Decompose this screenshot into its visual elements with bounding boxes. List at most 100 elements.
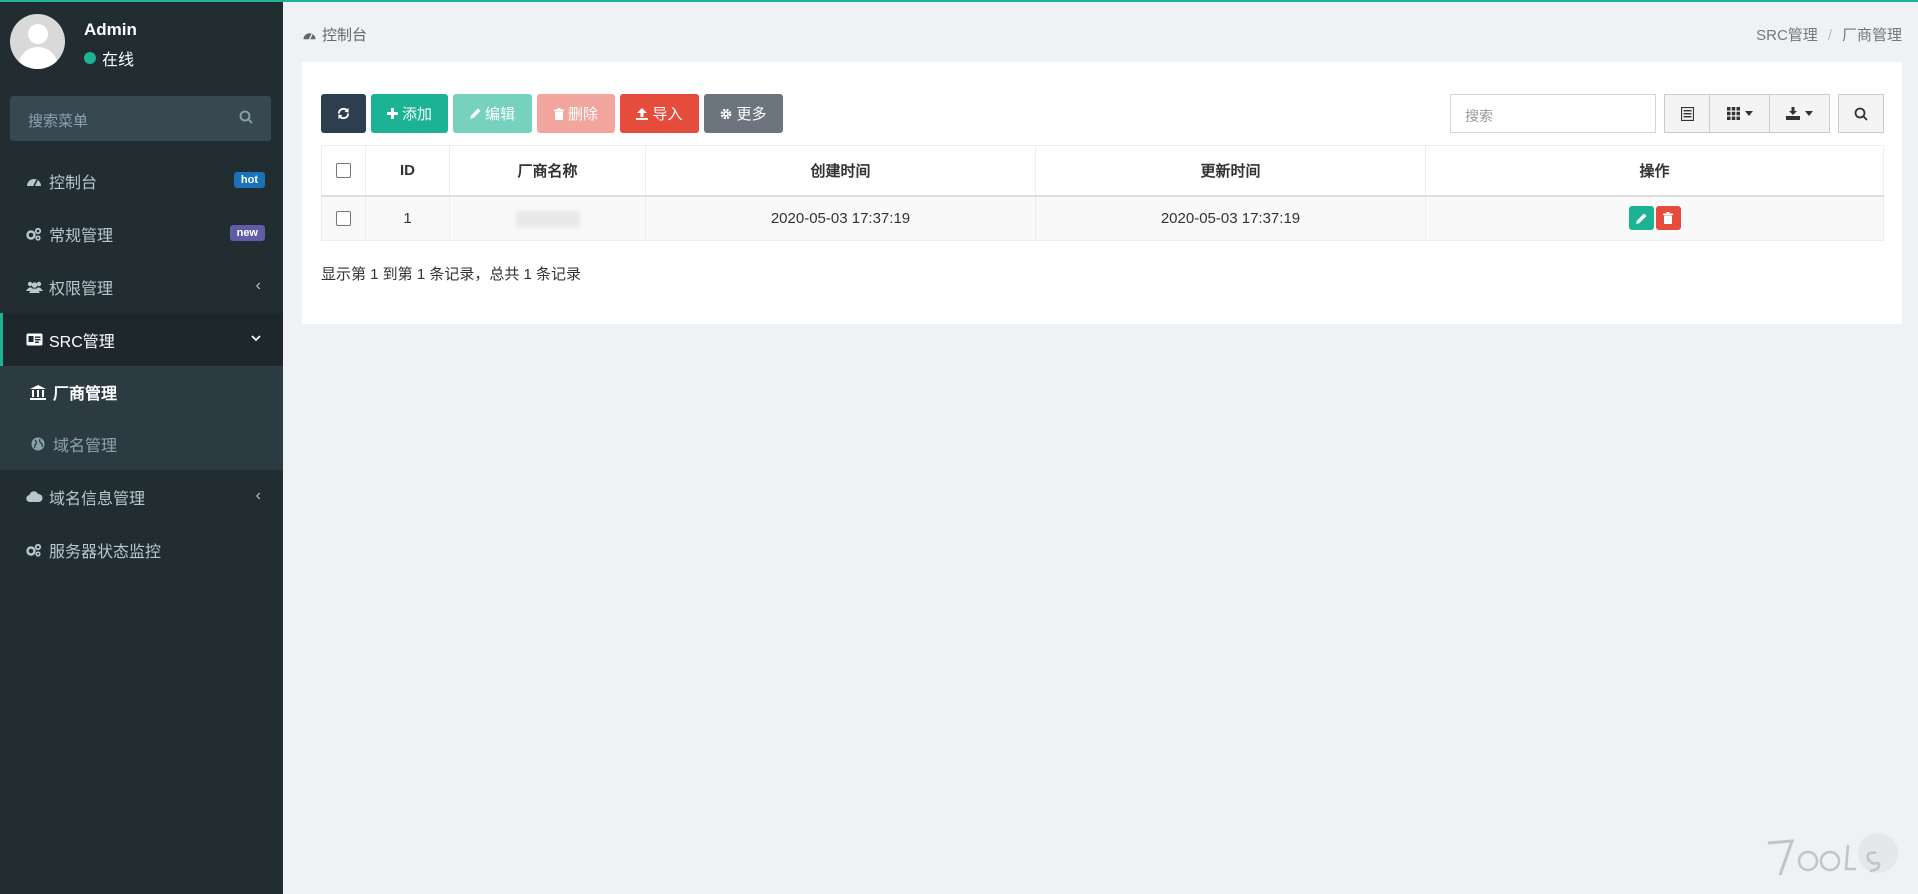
src-submenu: 厂商管理 域名管理 xyxy=(0,366,283,470)
delete-button-label: 删除 xyxy=(567,106,598,123)
toolbar: 添加 编辑 删除 导入 更多 xyxy=(321,94,788,133)
sidebar-item-domain-info[interactable]: 域名信息管理 ‹ xyxy=(0,470,283,523)
breadcrumb-item: 厂商管理 xyxy=(1841,27,1902,44)
upload-icon xyxy=(636,107,649,120)
vendor-table: ID 厂商名称 创建时间 更新时间 操作 1 2020-05-03 17:37:… xyxy=(321,145,1884,241)
sidebar-item-label: 常规管理 xyxy=(49,227,114,245)
sidebar-item-label: 域名信息管理 xyxy=(49,490,146,508)
plus-icon xyxy=(386,108,398,119)
sidebar-subitem-domain[interactable]: 域名管理 xyxy=(0,418,283,470)
column-header[interactable]: 厂商名称 xyxy=(449,145,646,197)
gear-icon xyxy=(721,108,732,119)
select-all-checkbox[interactable] xyxy=(336,163,351,179)
cloud-icon xyxy=(24,490,44,503)
delete-button[interactable]: 删除 xyxy=(537,94,615,133)
sidebar-item-label: 控制台 xyxy=(49,174,98,192)
globe-icon xyxy=(28,437,48,451)
more-button-label: 更多 xyxy=(736,106,767,123)
sidebar-item-dashboard[interactable]: 控制台 hot xyxy=(0,154,283,207)
column-header[interactable]: ID xyxy=(365,145,450,197)
hot-badge: hot xyxy=(233,172,265,188)
sidebar-item-permissions[interactable]: 权限管理 ‹ xyxy=(0,260,283,313)
menu-search-placeholder: 搜索菜单 xyxy=(28,113,89,130)
cell-actions xyxy=(1425,195,1884,241)
column-header: 操作 xyxy=(1425,145,1884,197)
cell-id: 1 xyxy=(365,195,450,241)
row-delete-button[interactable] xyxy=(1655,206,1681,231)
refresh-button[interactable] xyxy=(321,94,366,133)
row-checkbox[interactable] xyxy=(336,211,351,227)
sidebar-menu: 控制台 hot 常规管理 new 权限管理 ‹ SRC管理 厂商管理 域名管理 … xyxy=(0,154,283,576)
pencil-icon xyxy=(469,108,481,119)
column-header[interactable]: 更新时间 xyxy=(1035,145,1426,197)
edit-button-label: 编辑 xyxy=(484,106,515,123)
user-status-label: 在线 xyxy=(102,52,135,69)
table-search-placeholder: 搜索 xyxy=(1465,108,1493,124)
watermark-logo xyxy=(1758,831,1908,886)
grid-icon xyxy=(1726,107,1740,120)
table-header-row: ID 厂商名称 创建时间 更新时间 操作 xyxy=(321,145,1884,197)
add-button[interactable]: 添加 xyxy=(371,94,448,133)
table-row[interactable]: 1 2020-05-03 17:37:19 2020-05-03 17:37:1… xyxy=(321,195,1884,241)
main-content: 控制台 SRC管理 / 厂商管理 添加 编辑 删除 导入 更多 搜索 ID 厂商… xyxy=(283,2,1918,894)
pencil-icon xyxy=(1635,213,1646,224)
cell-created: 2020-05-03 17:37:19 xyxy=(645,195,1036,241)
user-name: Admin xyxy=(84,20,137,39)
menu-search-input[interactable]: 搜索菜单 xyxy=(10,96,271,141)
online-dot-icon xyxy=(84,52,96,64)
advanced-search-button[interactable] xyxy=(1838,94,1884,133)
page-title-text: 控制台 xyxy=(322,27,368,44)
table-tools-group xyxy=(1664,94,1830,133)
caret-down-icon xyxy=(1744,111,1753,116)
search-icon[interactable] xyxy=(239,110,253,129)
sidebar-subitem-vendor[interactable]: 厂商管理 xyxy=(0,366,283,418)
add-button-label: 添加 xyxy=(401,106,432,123)
table-panel: 添加 编辑 删除 导入 更多 搜索 ID 厂商名称 创建时间 更新时间 操作 1… xyxy=(302,62,1902,324)
table-search-input[interactable]: 搜索 xyxy=(1450,94,1656,133)
sidebar-item-server-monitor[interactable]: 服务器状态监控 xyxy=(0,523,283,576)
chevron-left-icon: ‹ xyxy=(255,277,261,294)
chevron-left-icon: ‹ xyxy=(255,487,261,504)
refresh-icon xyxy=(337,107,350,120)
edit-button[interactable]: 编辑 xyxy=(453,94,532,133)
export-dropdown-button[interactable] xyxy=(1770,94,1830,133)
chevron-down-icon xyxy=(251,330,261,348)
pagination-info: 显示第 1 到第 1 条记录，总共 1 条记录 xyxy=(321,266,582,283)
caret-down-icon xyxy=(1805,111,1813,116)
import-button[interactable]: 导入 xyxy=(620,94,699,133)
cell-updated: 2020-05-03 17:37:19 xyxy=(1035,195,1426,241)
card-view-icon xyxy=(1680,106,1694,121)
import-button-label: 导入 xyxy=(652,106,683,123)
breadcrumb-item[interactable]: SRC管理 xyxy=(1756,27,1818,44)
gears-icon xyxy=(24,543,44,557)
columns-dropdown-button[interactable] xyxy=(1710,94,1770,133)
avatar[interactable] xyxy=(10,14,65,69)
row-edit-button[interactable] xyxy=(1628,206,1654,231)
sidebar-item-label: SRC管理 xyxy=(49,333,115,351)
search-icon xyxy=(1854,107,1868,121)
select-all-header xyxy=(321,145,366,197)
content-header: 控制台 SRC管理 / 厂商管理 xyxy=(283,2,1918,60)
dashboard-icon xyxy=(303,32,316,40)
sidebar-item-src[interactable]: SRC管理 xyxy=(0,313,283,366)
column-header[interactable]: 创建时间 xyxy=(645,145,1036,197)
sidebar-item-label: 服务器状态监控 xyxy=(49,543,162,561)
sidebar-item-general[interactable]: 常规管理 new xyxy=(0,207,283,260)
sidebar-subitem-label: 域名管理 xyxy=(53,438,118,455)
bank-icon xyxy=(28,384,48,400)
user-status: 在线 xyxy=(84,46,134,70)
id-card-icon xyxy=(24,333,44,346)
trash-icon xyxy=(553,107,564,120)
users-icon xyxy=(24,280,44,294)
sidebar-subitem-label: 厂商管理 xyxy=(53,386,118,403)
page-title: 控制台 xyxy=(302,24,367,45)
sidebar: Admin 在线 搜索菜单 控制台 hot 常规管理 new 权限管理 ‹ SR… xyxy=(0,2,283,894)
sidebar-item-label: 权限管理 xyxy=(49,280,114,298)
redacted-vendor-name xyxy=(515,210,580,227)
more-button[interactable]: 更多 xyxy=(704,94,783,133)
row-select-cell xyxy=(321,195,366,241)
download-icon xyxy=(1786,107,1800,120)
trash-icon xyxy=(1663,212,1673,225)
toggle-view-button[interactable] xyxy=(1664,94,1710,133)
new-badge: new xyxy=(229,225,265,241)
